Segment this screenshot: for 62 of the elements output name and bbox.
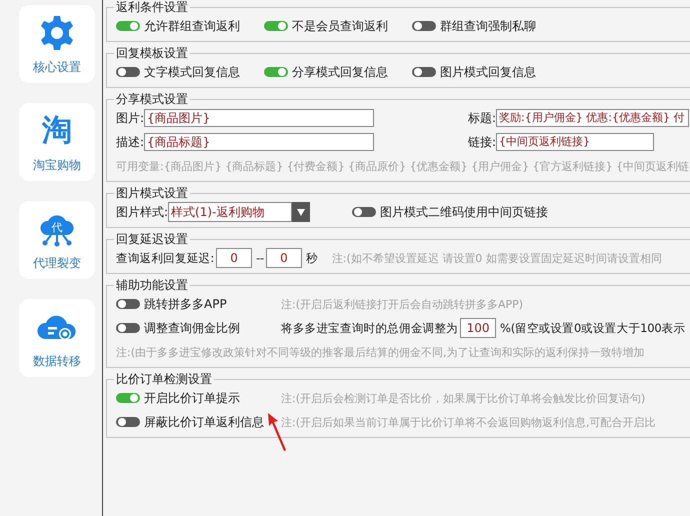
toggle-label: 调整查询佣金比例 xyxy=(144,320,240,336)
text-field[interactable]: {中间页返利链接} xyxy=(496,133,654,151)
toggle-label: 不是会员查询返利 xyxy=(292,18,388,34)
sidebar-item[interactable]: 代 代理裂变 xyxy=(19,201,95,279)
sidebar-label: 数据转移 xyxy=(33,352,81,370)
sidebar-label: 核心设置 xyxy=(33,58,81,76)
sidebar-label: 代理裂变 xyxy=(33,254,81,272)
group-title: 回复模板设置 xyxy=(115,46,189,60)
toggle-switch[interactable] xyxy=(412,21,436,31)
setting-text: %(留空或设置0或设置大于100表示 xyxy=(500,320,686,336)
number-field[interactable]: 0 xyxy=(266,248,302,268)
setting-text: 秒 xyxy=(306,250,318,266)
style-dropdown[interactable]: 样式(1)-返利购物 xyxy=(168,202,292,222)
number-field[interactable]: 0 xyxy=(216,248,252,268)
toggle-label: 屏蔽比价订单返利信息 xyxy=(144,414,264,430)
group-title: 图片模式设置 xyxy=(115,186,189,200)
toggle-label: 允许群组查询返利 xyxy=(144,18,240,34)
field-label: 链接: xyxy=(468,134,496,150)
text-field[interactable]: 奖励:{用户佣金} 优惠:{优惠金额} 付 xyxy=(496,109,690,127)
toggle-switch[interactable] xyxy=(264,67,288,77)
field-label: 标题: xyxy=(468,110,496,126)
number-field[interactable]: 100 xyxy=(460,318,496,338)
toggle-switch[interactable] xyxy=(116,67,140,77)
setting-text: 将多多进宝查询时的总佣金调整为 xyxy=(281,320,458,336)
text-field[interactable]: {商品标题} xyxy=(144,133,374,151)
setting-text: -- xyxy=(256,251,264,265)
sidebar-item[interactable]: 数据转移 xyxy=(19,299,95,377)
toggle-label: 图片模式回复信息 xyxy=(440,64,536,80)
taobao-glyph-icon: 淘 xyxy=(42,110,72,150)
group-title: 辅助功能设置 xyxy=(115,278,189,292)
hint-text: 注:(如不希望设置延迟 请设置0 如需要设置固定延迟时间请设置相同 xyxy=(332,250,662,266)
toggle-label: 开启比价订单提示 xyxy=(144,390,240,406)
toggle-switch[interactable] xyxy=(116,393,140,403)
group-title: 比价订单检测设置 xyxy=(115,372,213,386)
toggle-label: 文字模式回复信息 xyxy=(144,64,240,80)
toggle-switch[interactable] xyxy=(412,67,436,77)
toggle-label: 分享模式回复信息 xyxy=(292,64,388,80)
toggle-switch[interactable] xyxy=(264,21,288,31)
sidebar-item[interactable]: 淘 淘宝购物 xyxy=(19,103,95,181)
field-label: 描述: xyxy=(116,134,144,150)
group-title: 回复延迟设置 xyxy=(115,232,189,246)
field-label: 图片样式: xyxy=(116,204,168,220)
toggle-label: 图片模式二维码使用中间页链接 xyxy=(380,204,548,220)
toggle-switch[interactable] xyxy=(352,207,376,217)
toggle-switch[interactable] xyxy=(116,21,140,31)
hint-text: 可用变量:{商品图片} {商品标题} {付费金额} {商品原价} {优惠金额} {用户佣金} {官方返利链接} {中间页返利链 xyxy=(116,158,690,174)
group-title: 分享模式设置 xyxy=(115,92,189,106)
hint-text: 注:(开启后如果当前订单属于比价订单将不会返回购物返利信息,可配合开启比 xyxy=(281,414,656,430)
hint-text: 注:(开启后会检测订单是否比价，如果属于比价订单将会触发比价回复语句) xyxy=(281,390,646,406)
group-title: 返利条件设置 xyxy=(115,0,189,14)
sidebar-label: 淘宝购物 xyxy=(33,156,81,174)
toggle-label: 跳转拼多多APP xyxy=(144,296,227,312)
toggle-label: 群组查询强制私聊 xyxy=(440,18,536,34)
setting-text: 查询返利回复延迟: xyxy=(116,250,214,266)
hint-text: 注:(由于多多进宝修改政策针对不同等级的推客最后结算的佣金不同,为了让查询和实际的返利保持一致特增加 xyxy=(116,344,644,360)
field-label: 图片: xyxy=(116,110,144,126)
toggle-switch[interactable] xyxy=(116,417,140,427)
toggle-switch[interactable] xyxy=(116,323,140,333)
text-field[interactable]: {商品图片} xyxy=(144,109,374,127)
hint-text: 注:(开启后返利链接打开后会自动跳转拼多多APP) xyxy=(281,296,524,312)
sidebar-item[interactable]: 核心设置 xyxy=(19,5,95,83)
toggle-switch[interactable] xyxy=(116,299,140,309)
